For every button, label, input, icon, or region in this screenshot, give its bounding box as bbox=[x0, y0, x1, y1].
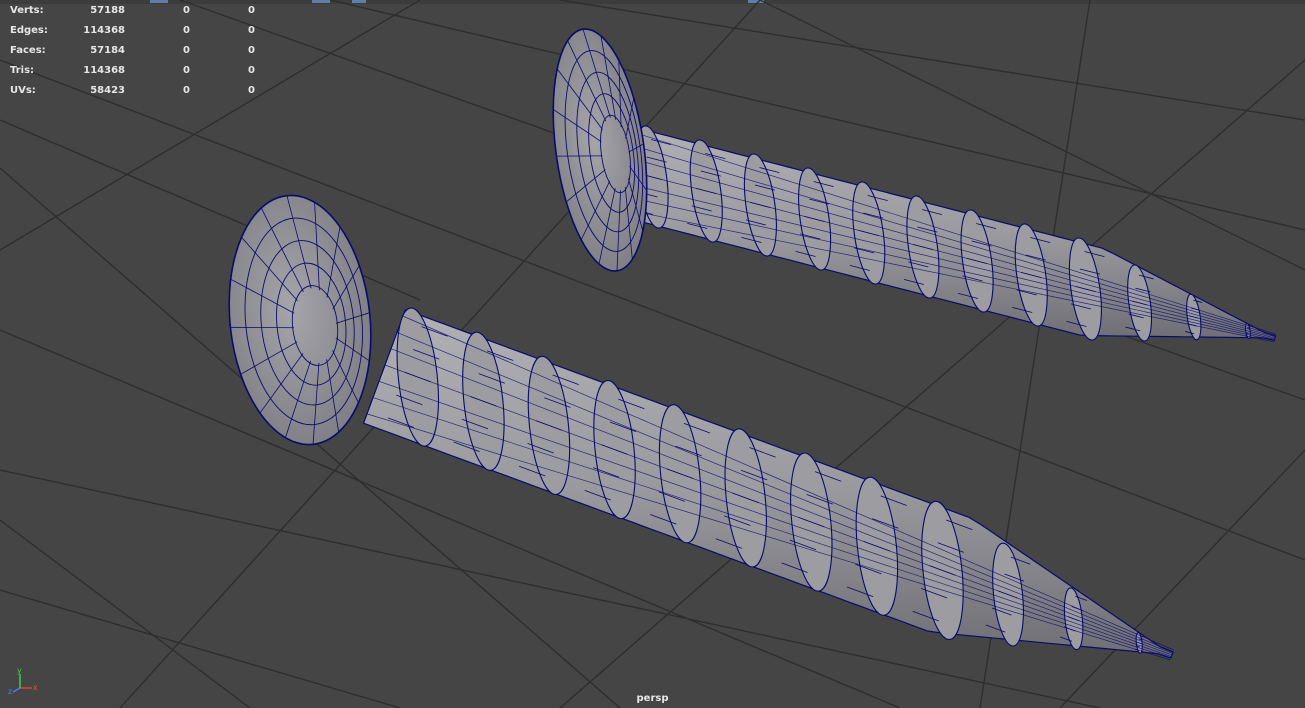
hud-label: Edges: bbox=[10, 25, 48, 36]
hud-value-visible: 0 bbox=[248, 5, 255, 16]
hud-value-visible: 0 bbox=[248, 85, 255, 96]
axis-x-label: x bbox=[33, 683, 38, 692]
axis-y-label: y bbox=[17, 666, 22, 675]
hud-value-visible: 0 bbox=[248, 65, 255, 76]
hud-value-selection: 0 bbox=[183, 45, 190, 56]
hud-label: UVs: bbox=[10, 85, 36, 96]
screw-head bbox=[552, 28, 648, 272]
camera-name-label: persp bbox=[636, 693, 669, 704]
hex-washer-head-screw[interactable] bbox=[539, 23, 1277, 343]
hud-value-selection: 0 bbox=[183, 85, 190, 96]
hud-value-scene: 57184 bbox=[90, 45, 125, 56]
hud-value-visible: 0 bbox=[248, 45, 255, 56]
hud-value-selection: 0 bbox=[183, 5, 190, 16]
wire-edge bbox=[402, 315, 1174, 651]
hud-value-selection: 0 bbox=[183, 25, 190, 36]
wire-edge bbox=[384, 364, 1173, 656]
grid-line bbox=[1059, 449, 1305, 708]
axis-gizmo: x y z bbox=[8, 666, 38, 696]
hud-value-scene: 57188 bbox=[90, 5, 125, 16]
hud-value-scene: 58423 bbox=[90, 85, 125, 96]
grid-line bbox=[559, 0, 1305, 121]
grid-line bbox=[0, 589, 401, 708]
hud-label: Tris: bbox=[10, 65, 35, 76]
hud-label: Verts: bbox=[10, 5, 44, 16]
wire-edge bbox=[372, 397, 1171, 659]
wire-edge bbox=[396, 332, 1174, 653]
screw-head bbox=[228, 194, 372, 446]
hud-value-visible: 0 bbox=[248, 25, 255, 36]
grid-line bbox=[0, 519, 251, 708]
viewport-scene[interactable]: x y z bbox=[0, 0, 1305, 708]
wire-edge bbox=[378, 380, 1172, 657]
hud-value-selection: 0 bbox=[183, 65, 190, 76]
wire-edge bbox=[628, 157, 1276, 338]
wire-edge bbox=[390, 348, 1173, 654]
hud-label: Faces: bbox=[10, 45, 46, 56]
perspective-viewport[interactable]: x y z Verts: 57188 0 0 Edges: 114368 0 0… bbox=[0, 0, 1305, 708]
hud-value-scene: 114368 bbox=[83, 25, 125, 36]
hud-value-scene: 114368 bbox=[83, 65, 125, 76]
ground-grid bbox=[0, 0, 1305, 708]
wire-edge bbox=[624, 169, 1276, 339]
